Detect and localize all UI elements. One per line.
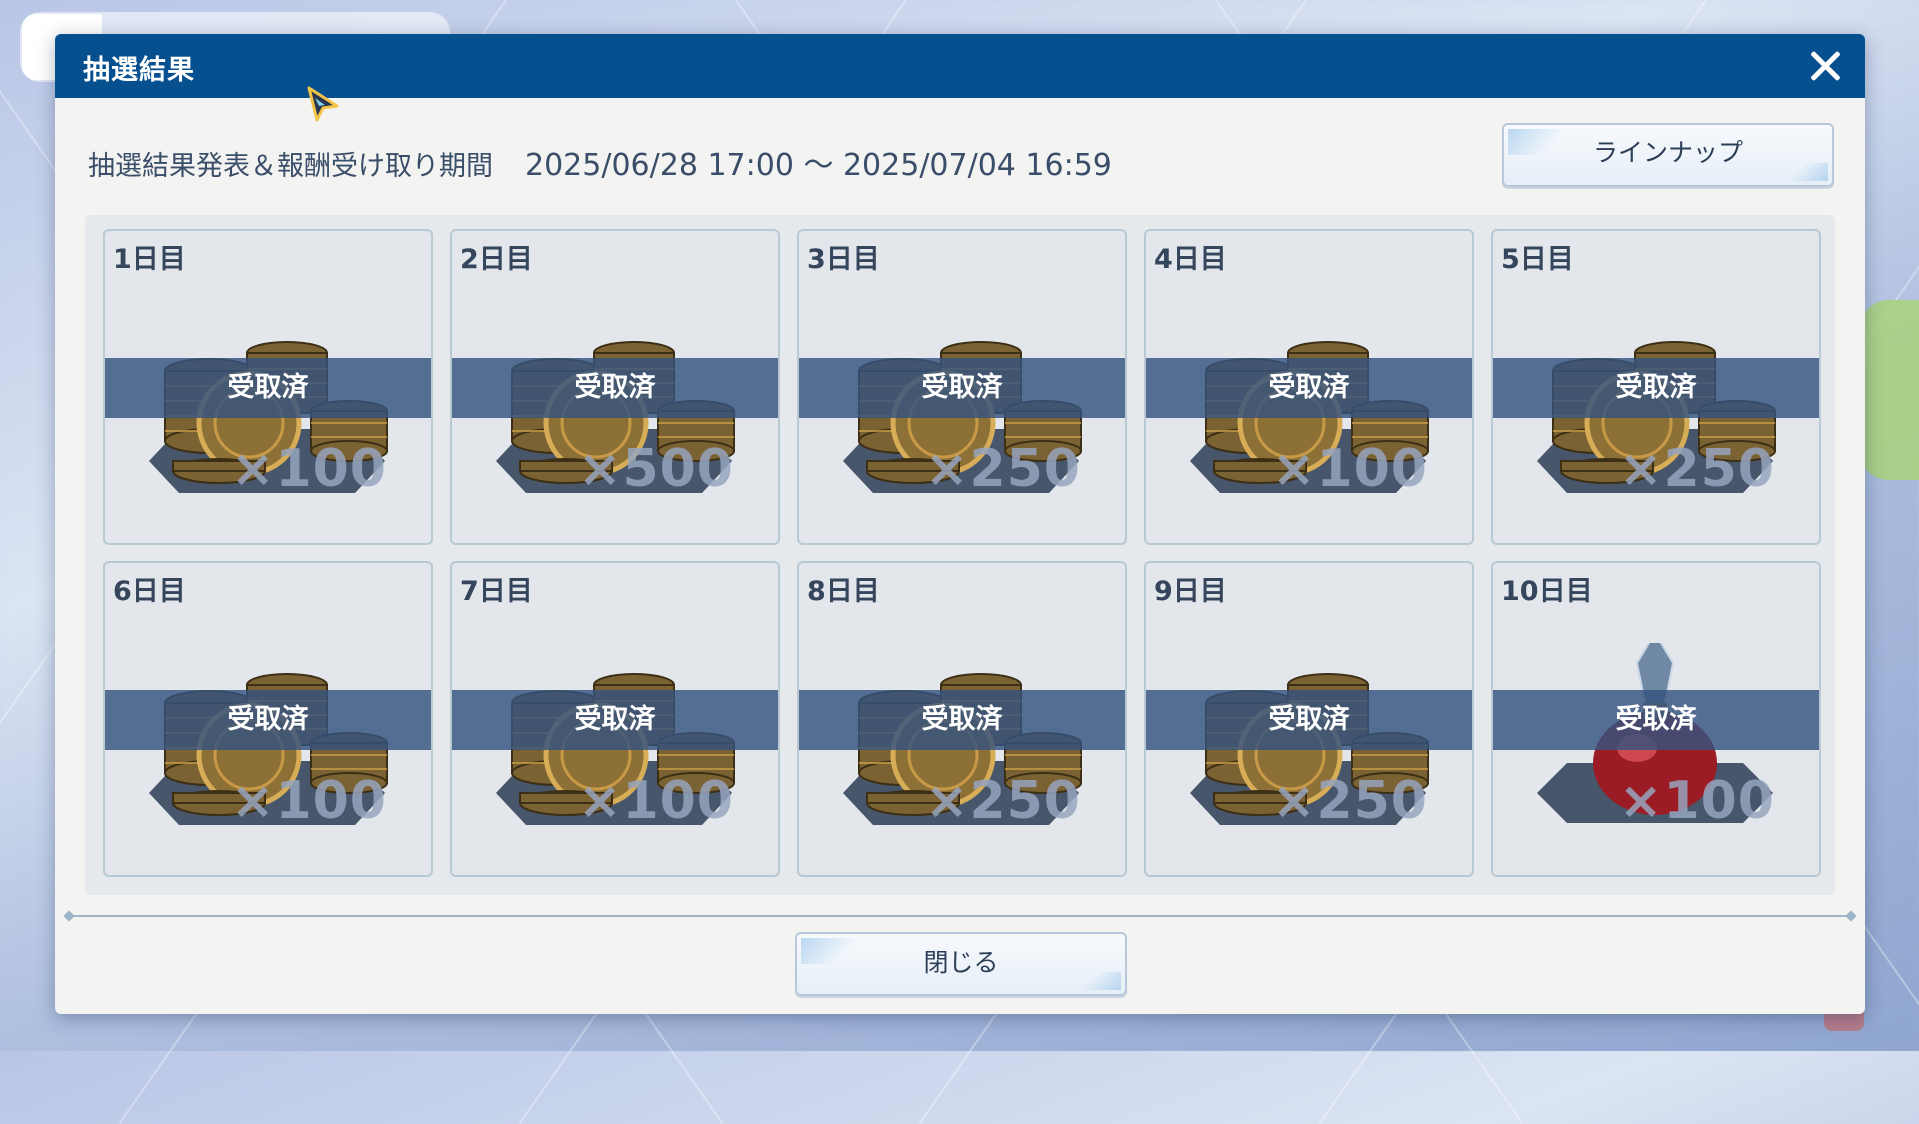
reward-day-label: 4日目 [1154, 244, 1227, 275]
reward-day-label: 5日目 [1501, 244, 1574, 275]
reward-quantity: ×250 [924, 439, 1081, 499]
reward-day-label: 10日目 [1501, 576, 1593, 607]
close-icon[interactable] [1803, 44, 1847, 88]
footer-divider [67, 915, 1853, 917]
reward-card-day-3[interactable]: 3日目 ×250 受取済 [797, 229, 1127, 545]
received-status: 受取済 [227, 704, 309, 735]
reward-card-day-10[interactable]: 10日目 ×100 受取済 [1491, 561, 1821, 877]
reward-quantity: ×250 [1271, 771, 1428, 831]
reward-quantity: ×100 [1618, 771, 1775, 831]
close-button-label: 閉じる [923, 948, 999, 977]
reward-quantity: ×500 [577, 439, 734, 499]
received-status: 受取済 [574, 704, 656, 735]
period-label: 抽選結果発表＆報酬受け取り期間 [88, 151, 493, 182]
reward-quantity: ×250 [1618, 439, 1775, 499]
close-button[interactable]: 閉じる [795, 932, 1127, 996]
received-status: 受取済 [1268, 704, 1350, 735]
reward-card-day-5[interactable]: 5日目 ×250 受取済 [1491, 229, 1821, 545]
reward-card-day-4[interactable]: 4日目 ×100 受取済 [1144, 229, 1474, 545]
reward-quantity: ×100 [230, 439, 387, 499]
reward-period: 抽選結果発表＆報酬受け取り期間 2025/06/28 17:00 ～ 2025/0… [88, 140, 1112, 184]
reward-quantity: ×100 [1271, 439, 1428, 499]
reward-day-label: 9日目 [1154, 576, 1227, 607]
period-range: 2025/06/28 17:00 ～ 2025/07/04 16:59 [525, 148, 1112, 183]
reward-card-day-1[interactable]: 1日目 ×100 受取済 [103, 229, 433, 545]
received-status: 受取済 [921, 372, 1003, 403]
mouse-cursor-icon [307, 86, 339, 122]
reward-card-day-6[interactable]: 6日目 ×100 受取済 [103, 561, 433, 877]
reward-day-label: 6日目 [113, 576, 186, 607]
reward-day-label: 8日目 [807, 576, 880, 607]
reward-day-label: 1日目 [113, 244, 186, 275]
lottery-result-dialog: 抽選結果 抽選結果発表＆報酬受け取り期間 2025/06/28 17:00 ～ 2… [55, 34, 1865, 1014]
lineup-button[interactable]: ラインナップ [1502, 123, 1834, 187]
received-status: 受取済 [1615, 704, 1697, 735]
reward-day-label: 2日目 [460, 244, 533, 275]
received-status: 受取済 [227, 372, 309, 403]
received-status: 受取済 [1268, 372, 1350, 403]
lineup-button-label: ラインナップ [1592, 138, 1743, 167]
reward-card-day-8[interactable]: 8日目 ×250 受取済 [797, 561, 1127, 877]
background-side-decoration [1859, 300, 1919, 480]
reward-quantity: ×100 [577, 771, 734, 831]
reward-day-label: 7日目 [460, 576, 533, 607]
received-status: 受取済 [574, 372, 656, 403]
reward-grid: 1日目 ×100 受取済 2日目 ×500 受取済 3日目 ×250 受取済 4… [85, 215, 1835, 895]
reward-day-label: 3日目 [807, 244, 880, 275]
reward-card-day-9[interactable]: 9日目 ×250 受取済 [1144, 561, 1474, 877]
reward-quantity: ×100 [230, 771, 387, 831]
reward-card-day-2[interactable]: 2日目 ×500 受取済 [450, 229, 780, 545]
reward-card-day-7[interactable]: 7日目 ×100 受取済 [450, 561, 780, 877]
dialog-title: 抽選結果 [83, 55, 195, 86]
reward-quantity: ×250 [924, 771, 1081, 831]
received-status: 受取済 [1615, 372, 1697, 403]
received-status: 受取済 [921, 704, 1003, 735]
